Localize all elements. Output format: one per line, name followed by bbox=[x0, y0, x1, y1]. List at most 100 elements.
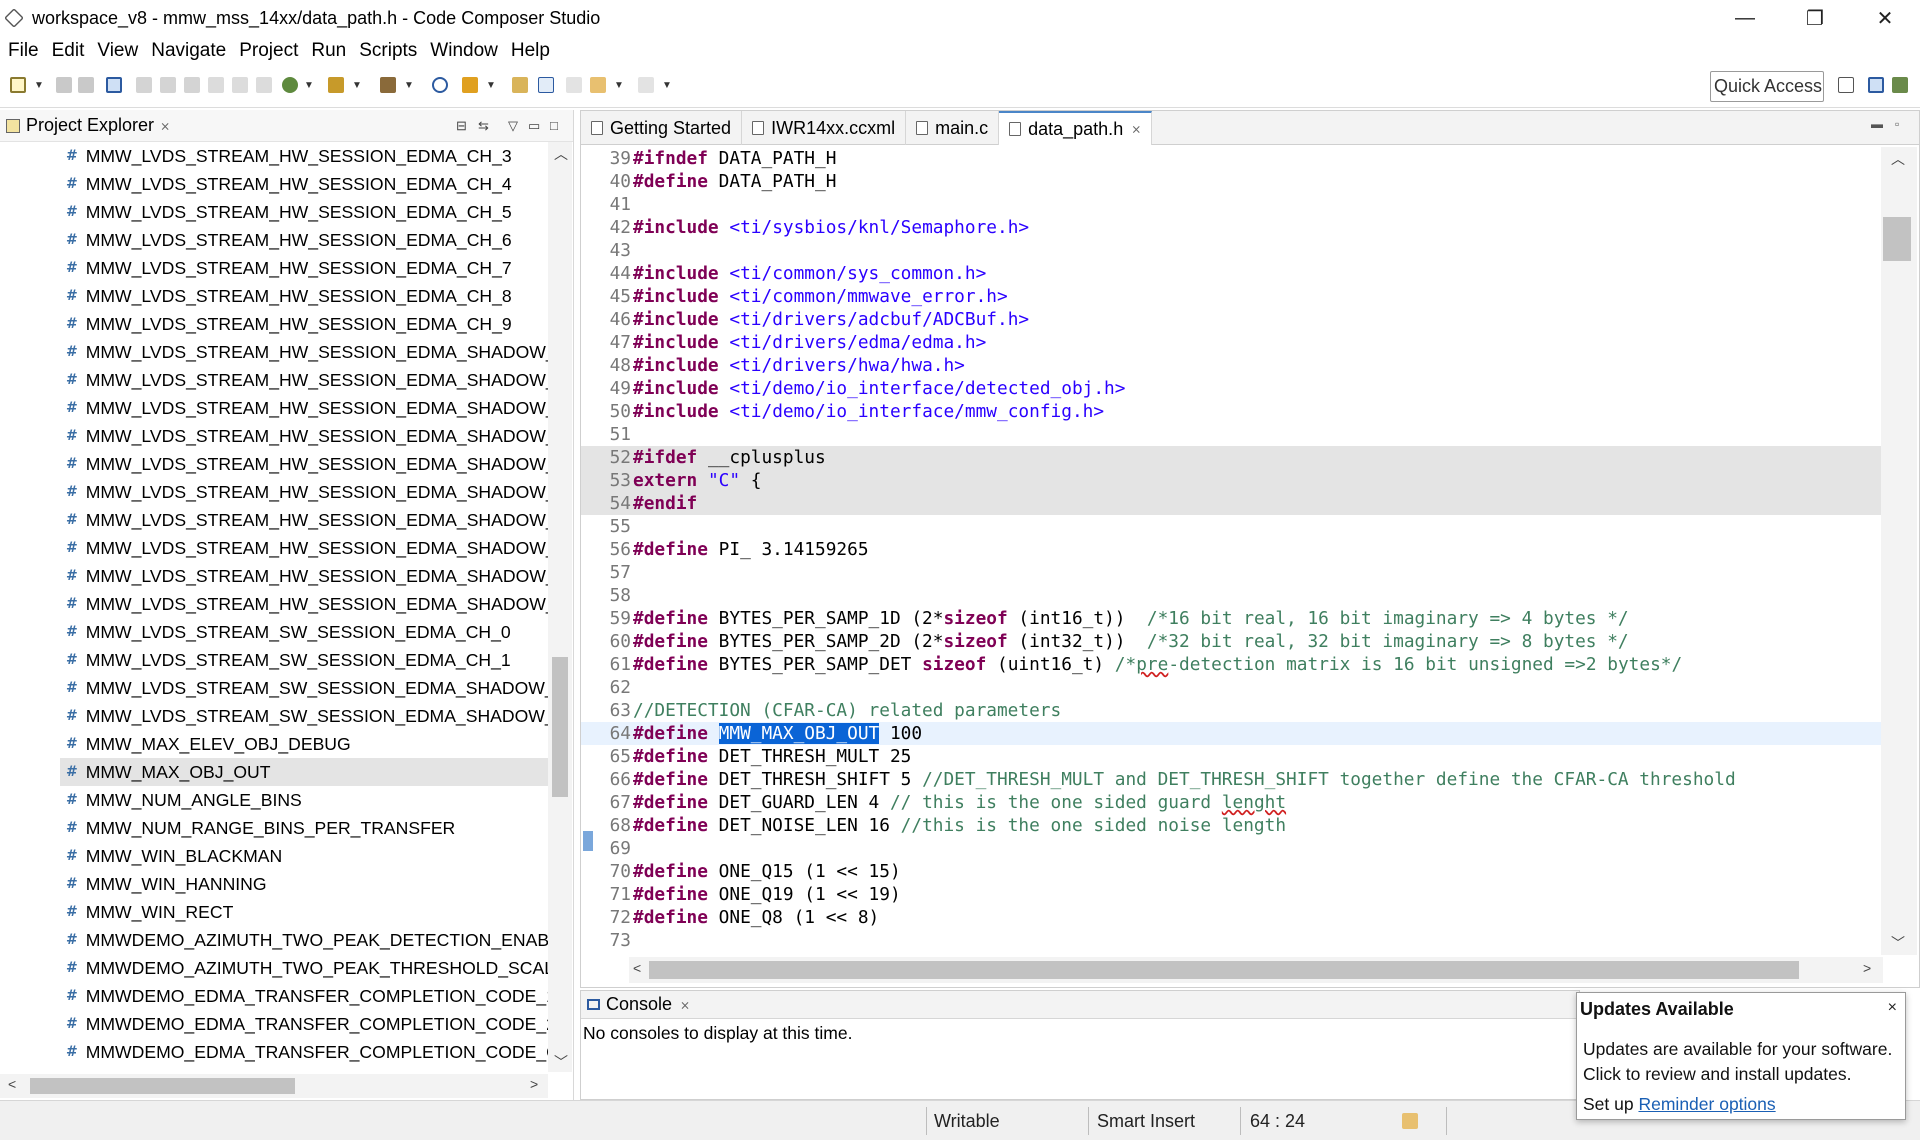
tree-item[interactable]: # MMW_LVDS_STREAM_HW_SESSION_EDMA_SHADOW_… bbox=[0, 422, 548, 450]
tree-item[interactable]: # MMW_LVDS_STREAM_HW_SESSION_EDMA_SHADOW_… bbox=[0, 534, 548, 562]
tree-item[interactable]: # MMW_LVDS_STREAM_HW_SESSION_EDMA_SHADOW_… bbox=[0, 506, 548, 534]
editor-minimize-icon[interactable]: ▬ bbox=[1871, 117, 1883, 131]
code-line[interactable]: 55 bbox=[581, 515, 1883, 538]
tree-item[interactable]: # MMW_LVDS_STREAM_SW_SESSION_EDMA_CH_0 bbox=[0, 618, 548, 646]
code-line[interactable]: 46 #include <ti/drivers/adcbuf/ADCBuf.h> bbox=[581, 308, 1883, 331]
tree-item[interactable]: # MMW_LVDS_STREAM_HW_SESSION_EDMA_SHADOW_… bbox=[0, 562, 548, 590]
menu-run[interactable]: Run bbox=[311, 40, 346, 62]
run-tool-icon[interactable] bbox=[462, 77, 478, 93]
tree-item[interactable]: # MMW_LVDS_STREAM_HW_SESSION_EDMA_SHADOW_… bbox=[0, 394, 548, 422]
debug-icon[interactable] bbox=[106, 77, 122, 93]
back-dropdown-icon[interactable]: ▼ bbox=[614, 80, 624, 91]
code-line[interactable]: 54 #endif bbox=[581, 492, 1883, 515]
editor-maximize-icon[interactable]: ▫ bbox=[1895, 117, 1899, 131]
flash-dropdown-icon[interactable]: ▼ bbox=[352, 80, 362, 91]
code-line[interactable]: 43 bbox=[581, 239, 1883, 262]
ccs-edit-perspective-icon[interactable] bbox=[1868, 77, 1884, 93]
close-icon[interactable]: ⨯ bbox=[680, 998, 690, 1012]
code-line[interactable]: 59 #define BYTES_PER_SAMP_1D (2*sizeof (i… bbox=[581, 607, 1883, 630]
toggle-icon[interactable] bbox=[538, 77, 554, 93]
menu-project[interactable]: Project bbox=[239, 40, 298, 62]
debug-dropdown-icon[interactable]: ▼ bbox=[304, 80, 314, 91]
resume-icon[interactable] bbox=[136, 77, 152, 93]
tree-item[interactable]: # MMWDEMO_EDMA_TRANSFER_COMPLETION_CODE_C… bbox=[0, 1038, 548, 1066]
tree-item[interactable]: # MMW_LVDS_STREAM_HW_SESSION_EDMA_SHADOW_… bbox=[0, 338, 548, 366]
run-tool-dropdown-icon[interactable]: ▼ bbox=[486, 80, 496, 91]
search-icon[interactable] bbox=[432, 77, 448, 93]
maximize-view-icon[interactable]: □ bbox=[550, 118, 558, 133]
code-line[interactable]: 68 #define DET_NOISE_LEN 16 //this is the… bbox=[581, 814, 1883, 837]
tree-item[interactable]: # MMW_LVDS_STREAM_SW_SESSION_EDMA_SHADOW_… bbox=[0, 702, 548, 730]
console-tab[interactable]: Console bbox=[606, 994, 672, 1015]
code-line[interactable]: 61 #define BYTES_PER_SAMP_DET sizeof (uin… bbox=[581, 653, 1883, 676]
tree-item[interactable]: # MMW_LVDS_STREAM_HW_SESSION_EDMA_SHADOW_… bbox=[0, 366, 548, 394]
tree-item[interactable]: # MMW_LVDS_STREAM_HW_SESSION_EDMA_SHADOW_… bbox=[0, 590, 548, 618]
explorer-vertical-scrollbar[interactable]: ︿ ﹀ bbox=[548, 142, 572, 1072]
collapse-all-icon[interactable]: ⊟ bbox=[456, 118, 467, 134]
code-line[interactable]: 44 #include <ti/common/sys_common.h> bbox=[581, 262, 1883, 285]
tree-item[interactable]: # MMW_LVDS_STREAM_HW_SESSION_EDMA_SHADOW_… bbox=[0, 478, 548, 506]
code-line[interactable]: 58 bbox=[581, 584, 1883, 607]
open-perspective-icon[interactable] bbox=[1838, 77, 1854, 93]
editor-scroll-left-icon[interactable]: < bbox=[633, 960, 641, 976]
code-line[interactable]: 69 bbox=[581, 837, 1883, 860]
editor-vertical-scrollbar[interactable]: ︿ ﹀ bbox=[1881, 147, 1917, 955]
editor-scroll-right-icon[interactable]: > bbox=[1863, 960, 1871, 976]
code-editor[interactable]: 39 #ifndef DATA_PATH_H 40 #define DATA_PATH… bbox=[581, 147, 1883, 955]
scroll-down-icon[interactable]: ﹀ bbox=[554, 1052, 568, 1072]
editor-horizontal-scrollbar[interactable]: < > bbox=[629, 957, 1883, 983]
tree-item[interactable]: # MMW_NUM_RANGE_BINS_PER_TRANSFER bbox=[0, 814, 548, 842]
menu-window[interactable]: Window bbox=[430, 40, 498, 62]
code-line[interactable]: 53 extern "C" { bbox=[581, 469, 1883, 492]
code-line[interactable]: 62 bbox=[581, 676, 1883, 699]
minimize-button[interactable]: — bbox=[1710, 0, 1780, 36]
editor-scroll-thumb[interactable] bbox=[1883, 217, 1911, 261]
project-explorer-title[interactable]: Project Explorer bbox=[26, 115, 154, 136]
tree-item[interactable]: # MMW_LVDS_STREAM_HW_SESSION_EDMA_CH_6 bbox=[0, 226, 548, 254]
menu-scripts[interactable]: Scripts bbox=[359, 40, 417, 62]
build-icon[interactable] bbox=[380, 77, 396, 93]
close-icon[interactable]: ⨯ bbox=[1131, 122, 1141, 136]
editor-tab[interactable]: Getting Started bbox=[581, 111, 743, 145]
quick-access-field[interactable]: Quick Access bbox=[1710, 71, 1824, 102]
terminate-icon[interactable] bbox=[184, 77, 200, 93]
close-button[interactable]: ✕ bbox=[1850, 0, 1920, 36]
code-line[interactable]: 40 #define DATA_PATH_H bbox=[581, 170, 1883, 193]
code-line[interactable]: 60 #define BYTES_PER_SAMP_2D (2*sizeof (i… bbox=[581, 630, 1883, 653]
code-line[interactable]: 45 #include <ti/common/mmwave_error.h> bbox=[581, 285, 1883, 308]
step-into-icon[interactable] bbox=[208, 77, 224, 93]
ccs-debug-perspective-icon[interactable] bbox=[1892, 77, 1908, 93]
editor-hscroll-thumb[interactable] bbox=[649, 961, 1799, 979]
code-line[interactable]: 64 #define MMW_MAX_OBJ_OUT 100 bbox=[581, 722, 1883, 745]
tree-item[interactable]: # MMWDEMO_EDMA_TRANSFER_COMPLETION_CODE_2… bbox=[0, 1010, 548, 1038]
tree-item[interactable]: # MMW_LVDS_STREAM_HW_SESSION_EDMA_CH_8 bbox=[0, 282, 548, 310]
open-task-icon[interactable] bbox=[512, 77, 528, 93]
new-dropdown-icon[interactable]: ▼ bbox=[34, 80, 44, 91]
editor-tab[interactable]: data_path.h ⨯ bbox=[999, 111, 1153, 145]
new-icon[interactable] bbox=[10, 77, 26, 93]
tree-item[interactable]: # MMW_MAX_ELEV_OBJ_DEBUG bbox=[0, 730, 548, 758]
tree-item[interactable]: # MMW_LVDS_STREAM_SW_SESSION_EDMA_SHADOW_… bbox=[0, 674, 548, 702]
code-line[interactable]: 52 #ifdef __cplusplus bbox=[581, 446, 1883, 469]
code-line[interactable]: 39 #ifndef DATA_PATH_H bbox=[581, 147, 1883, 170]
code-line[interactable]: 73 bbox=[581, 929, 1883, 952]
notification-body[interactable]: Updates are available for your software.… bbox=[1583, 1037, 1901, 1087]
code-line[interactable]: 47 #include <ti/drivers/edma/edma.h> bbox=[581, 331, 1883, 354]
back-icon[interactable] bbox=[590, 77, 606, 93]
tree-item[interactable]: # MMWDEMO_AZIMUTH_TWO_PEAK_DETECTION_ENAB… bbox=[0, 926, 548, 954]
tree-item[interactable]: # MMW_LVDS_STREAM_HW_SESSION_EDMA_CH_5 bbox=[0, 198, 548, 226]
bug-icon[interactable] bbox=[282, 77, 298, 93]
editor-scroll-down-icon[interactable]: ﹀ bbox=[1891, 933, 1905, 953]
minimize-view-icon[interactable]: ▭ bbox=[528, 118, 540, 134]
tree-item[interactable]: # MMW_WIN_RECT bbox=[0, 898, 548, 926]
step-over-icon[interactable] bbox=[232, 77, 248, 93]
code-line[interactable]: 71 #define ONE_Q19 (1 << 19) bbox=[581, 883, 1883, 906]
editor-scroll-up-icon[interactable]: ︿ bbox=[1891, 149, 1905, 169]
code-line[interactable]: 65 #define DET_THRESH_MULT 25 bbox=[581, 745, 1883, 768]
menu-navigate[interactable]: Navigate bbox=[151, 40, 226, 62]
forward-icon[interactable] bbox=[638, 77, 654, 93]
code-line[interactable]: 67 #define DET_GUARD_LEN 4 // this is the… bbox=[581, 791, 1883, 814]
code-line[interactable]: 66 #define DET_THRESH_SHIFT 5 //DET_THRES… bbox=[581, 768, 1883, 791]
link-editor-icon[interactable]: ⇆ bbox=[478, 118, 489, 134]
flash-icon[interactable] bbox=[328, 77, 344, 93]
